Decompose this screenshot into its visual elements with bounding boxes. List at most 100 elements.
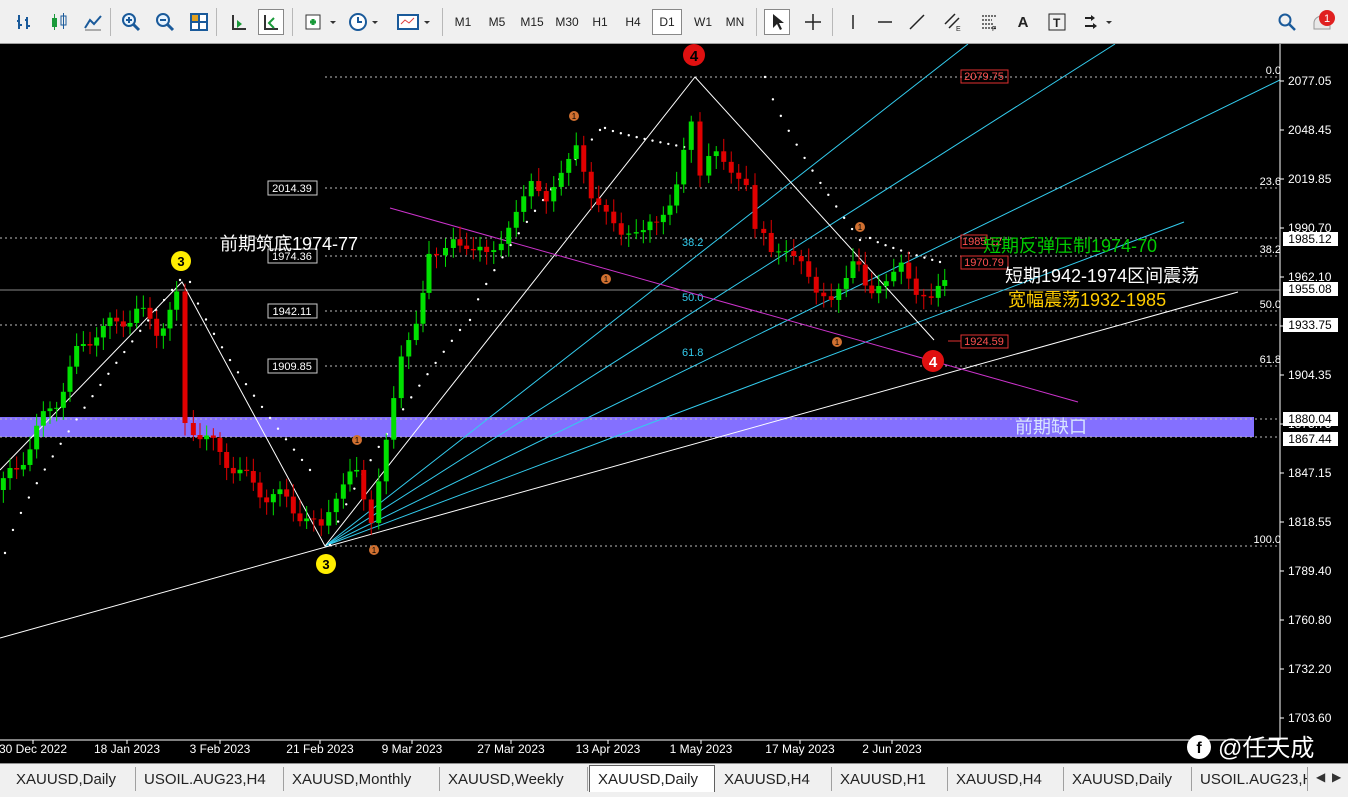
price-label: 1847.15 bbox=[1288, 466, 1332, 480]
fibonacci-icon[interactable]: F bbox=[976, 9, 1002, 35]
wave-label-4-bottom: 4 bbox=[922, 350, 944, 372]
svg-text:1: 1 bbox=[355, 436, 360, 445]
crosshair-icon[interactable] bbox=[800, 9, 826, 35]
timeframe-m15-button[interactable]: M15 bbox=[515, 9, 549, 35]
tab-7[interactable]: XAUUSD,H4 bbox=[948, 767, 1064, 791]
chart-canvas[interactable]: 前期缺口 0.0 23.6 38.2 50.0 61.8 100.0 38.2 … bbox=[0, 43, 1348, 762]
price-label: 1818.55 bbox=[1288, 515, 1332, 529]
fan-label-61: 61.8 bbox=[682, 347, 703, 359]
notification-count: 1 bbox=[1324, 13, 1330, 25]
price-label: 2077.05 bbox=[1288, 74, 1332, 88]
date-label: 17 May 2023 bbox=[765, 742, 835, 756]
svg-text:1880.04: 1880.04 bbox=[1288, 412, 1332, 426]
marker-1867: 1867.44 bbox=[1283, 432, 1338, 446]
svg-text:@任天成: @任天成 bbox=[1218, 735, 1314, 762]
gap-label: 前期缺口 bbox=[1015, 417, 1087, 437]
timeframe-w1-button[interactable]: W1 bbox=[688, 9, 718, 35]
svg-text:1: 1 bbox=[372, 546, 377, 555]
wave-label-4-top: 4 bbox=[683, 44, 705, 66]
fib-label-100: 100.0 bbox=[1253, 534, 1281, 546]
bar-chart-icon[interactable] bbox=[12, 9, 38, 35]
svg-text:2014.39: 2014.39 bbox=[272, 183, 312, 195]
svg-text:1970.79: 1970.79 bbox=[964, 257, 1004, 269]
svg-text:1: 1 bbox=[572, 112, 577, 121]
annotation-rebound-pressure: 短期反弹压制1974-70 bbox=[983, 236, 1157, 256]
autoscroll-icon[interactable] bbox=[226, 9, 252, 35]
chart-shift-icon[interactable] bbox=[258, 9, 284, 35]
date-label: 30 Dec 2022 bbox=[0, 742, 67, 756]
svg-text:4: 4 bbox=[929, 354, 938, 371]
periods-clock-icon[interactable] bbox=[346, 9, 384, 35]
svg-text:1: 1 bbox=[858, 223, 863, 232]
fib-label-23: 23.6 bbox=[1260, 176, 1281, 188]
timeframe-h1-button[interactable]: H1 bbox=[585, 9, 615, 35]
svg-text:F: F bbox=[992, 26, 996, 32]
date-label: 1 May 2023 bbox=[670, 742, 733, 756]
svg-text:1867.44: 1867.44 bbox=[1288, 432, 1332, 446]
price-label: 2019.85 bbox=[1288, 172, 1332, 186]
date-label: 18 Jan 2023 bbox=[94, 742, 160, 756]
svg-text:1909.85: 1909.85 bbox=[272, 361, 312, 373]
tab-2[interactable]: XAUUSD,Monthly bbox=[284, 767, 440, 791]
price-label: 1789.40 bbox=[1288, 564, 1332, 578]
line-chart-icon[interactable] bbox=[80, 9, 106, 35]
fan-label-38: 38.2 bbox=[682, 237, 703, 249]
date-label: 2 Jun 2023 bbox=[862, 742, 922, 756]
text-label-icon[interactable]: T bbox=[1044, 9, 1070, 35]
equidistant-channel-icon[interactable]: E bbox=[940, 9, 966, 35]
price-chart[interactable]: 前期缺口 0.0 23.6 38.2 50.0 61.8 100.0 38.2 … bbox=[0, 43, 1348, 762]
timeframe-m5-button[interactable]: M5 bbox=[482, 9, 512, 35]
tab-scroll-left-icon[interactable]: ◀ bbox=[1316, 770, 1325, 784]
timeframe-mn-button[interactable]: MN bbox=[720, 9, 750, 35]
svg-text:1: 1 bbox=[604, 275, 609, 284]
chart-tabs-bar: XAUUSD,Daily USOIL.AUG23,H4 XAUUSD,Month… bbox=[0, 763, 1348, 797]
marker-1955-current: 1955.08 bbox=[1283, 282, 1338, 296]
annotation-prev-bottom: 前期筑底1974-77 bbox=[220, 234, 358, 254]
level-box-1942: 1942.11 bbox=[267, 303, 318, 319]
timeframe-h4-button[interactable]: H4 bbox=[618, 9, 648, 35]
price-label: 1904.35 bbox=[1288, 368, 1332, 382]
zoom-in-icon[interactable] bbox=[118, 9, 144, 35]
price-label: 1703.60 bbox=[1288, 711, 1332, 725]
notifications-icon[interactable]: 1 bbox=[1310, 9, 1336, 35]
trendline-icon[interactable] bbox=[904, 9, 930, 35]
tab-9[interactable]: USOIL.AUG23,H4 bbox=[1192, 767, 1308, 791]
tab-4-active[interactable]: XAUUSD,Daily bbox=[589, 765, 715, 792]
marker-1985: 1985.12 bbox=[1283, 232, 1338, 246]
zoom-out-icon[interactable] bbox=[152, 9, 178, 35]
search-icon[interactable] bbox=[1274, 9, 1300, 35]
svg-text:4: 4 bbox=[690, 48, 699, 65]
svg-text:1955.08: 1955.08 bbox=[1288, 282, 1332, 296]
fib-label-50: 50.0 bbox=[1260, 299, 1281, 311]
tab-5[interactable]: XAUUSD,H4 bbox=[716, 767, 832, 791]
price-label: 2048.45 bbox=[1288, 123, 1332, 137]
tile-windows-icon[interactable] bbox=[186, 9, 212, 35]
fib-label-0: 0.0 bbox=[1266, 65, 1281, 77]
timeframe-m1-button[interactable]: M1 bbox=[448, 9, 478, 35]
tab-0[interactable]: XAUUSD,Daily bbox=[8, 767, 136, 791]
annotation-short-range: 短期1942-1974区间震荡 bbox=[1005, 266, 1199, 286]
timeframe-m30-button[interactable]: M30 bbox=[550, 9, 584, 35]
timeframe-d1-button[interactable]: D1 bbox=[652, 9, 682, 35]
candlestick-chart-icon[interactable] bbox=[46, 9, 72, 35]
svg-text:3: 3 bbox=[177, 254, 184, 269]
indicators-icon[interactable] bbox=[302, 9, 340, 35]
price-label: 1732.20 bbox=[1288, 662, 1332, 676]
tab-6[interactable]: XAUUSD,H1 bbox=[832, 767, 948, 791]
wave-label-3-bottom: 3 bbox=[316, 554, 336, 574]
templates-icon[interactable] bbox=[394, 9, 434, 35]
text-tool-icon[interactable]: A bbox=[1010, 9, 1036, 35]
arrows-dropdown-icon[interactable] bbox=[1080, 9, 1116, 35]
tab-3[interactable]: XAUUSD,Weekly bbox=[440, 767, 588, 791]
red-box-2079: 2079.75 bbox=[960, 69, 1009, 84]
fib-label-38: 38.2 bbox=[1260, 244, 1281, 256]
vertical-line-icon[interactable] bbox=[840, 9, 866, 35]
cursor-icon[interactable] bbox=[764, 9, 790, 35]
price-axis[interactable] bbox=[1280, 44, 1348, 740]
tab-8[interactable]: XAUUSD,Daily bbox=[1064, 767, 1192, 791]
date-label: 13 Apr 2023 bbox=[576, 742, 641, 756]
tab-1[interactable]: USOIL.AUG23,H4 bbox=[136, 767, 284, 791]
svg-text:E: E bbox=[956, 26, 961, 32]
horizontal-line-icon[interactable] bbox=[872, 9, 898, 35]
tab-scroll-right-icon[interactable]: ▶ bbox=[1332, 770, 1341, 784]
